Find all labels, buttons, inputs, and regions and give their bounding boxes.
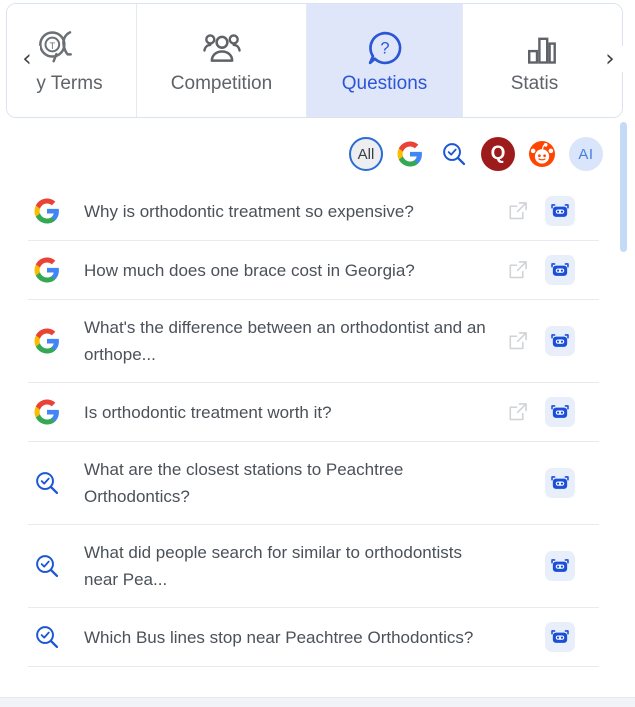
- external-link-icon[interactable]: [507, 401, 529, 423]
- filter-chip-ai[interactable]: AI: [569, 137, 603, 171]
- questions-list-viewport: Why is orthodontic treatment so expensiv…: [0, 182, 635, 672]
- question-row[interactable]: [28, 667, 599, 672]
- tab-questions[interactable]: ? Questions: [307, 4, 463, 117]
- question-text: Why is orthodontic treatment so expensiv…: [84, 201, 414, 221]
- vertical-scrollbar-thumb[interactable]: [620, 122, 627, 252]
- question-row-actions: [545, 622, 575, 652]
- people-group-icon: [202, 21, 241, 67]
- reddit-icon: [529, 141, 555, 167]
- search-check-icon: [441, 141, 467, 167]
- question-row-actions: [507, 326, 575, 356]
- ai-answer-button[interactable]: [545, 397, 575, 427]
- question-row[interactable]: Is orthodontic treatment worth it?: [28, 383, 599, 442]
- question-text: Is orthodontic treatment worth it?: [84, 402, 332, 422]
- tabs-next-arrow[interactable]: ›: [597, 46, 623, 72]
- ai-answer-button[interactable]: [545, 551, 575, 581]
- questions-panel: Ty Terms Competition? Questions Statis ‹ › …: [0, 0, 635, 707]
- filter-chip-quora[interactable]: Q: [481, 137, 515, 171]
- tab-competition[interactable]: Competition: [137, 4, 307, 117]
- questions-list: Why is orthodontic treatment so expensiv…: [0, 182, 635, 672]
- tab-strip: Ty Terms Competition? Questions Statis: [6, 3, 623, 118]
- question-row[interactable]: What's the difference between an orthodo…: [28, 300, 599, 383]
- question-text: How much does one brace cost in Georgia?: [84, 260, 415, 280]
- filter-chip-google[interactable]: [393, 137, 427, 171]
- external-link-icon[interactable]: [507, 330, 529, 352]
- ai-chip-label: AI: [578, 145, 594, 163]
- question-row[interactable]: What did people search for similar to or…: [28, 525, 599, 608]
- google-g-icon: [397, 141, 423, 167]
- source-filter-row: All Q AI: [349, 137, 603, 171]
- external-link-icon[interactable]: [507, 200, 529, 222]
- svg-text:?: ?: [380, 39, 389, 57]
- ai-answer-button[interactable]: [545, 255, 575, 285]
- question-text: What are the closest stations to Peachtr…: [84, 460, 404, 506]
- question-text: What's the difference between an orthodo…: [84, 318, 486, 364]
- question-row[interactable]: What are the closest stations to Peachtr…: [28, 442, 599, 525]
- external-link-icon[interactable]: [507, 259, 529, 281]
- tab-label: Statis: [510, 72, 559, 94]
- tabs-prev-arrow[interactable]: ‹: [14, 46, 40, 72]
- tab-label: Questions: [341, 72, 428, 94]
- question-row-actions: [545, 551, 575, 581]
- google-g-icon: [28, 198, 84, 224]
- quora-letter: Q: [490, 143, 506, 164]
- question-row[interactable]: Which Bus lines stop near Peachtree Orth…: [28, 608, 599, 667]
- svg-text:T: T: [49, 41, 55, 51]
- question-row[interactable]: Why is orthodontic treatment so expensiv…: [28, 182, 599, 241]
- question-row-actions: [507, 255, 575, 285]
- google-g-icon: [28, 399, 84, 425]
- filter-chip-label: All: [357, 145, 375, 163]
- ai-answer-button[interactable]: [545, 196, 575, 226]
- question-row-actions: [545, 468, 575, 498]
- google-g-icon: [28, 257, 84, 283]
- ai-answer-button[interactable]: [545, 326, 575, 356]
- filter-chip-all[interactable]: All: [349, 137, 383, 171]
- question-row-actions: [507, 397, 575, 427]
- filter-chip-reddit[interactable]: [525, 137, 559, 171]
- vertical-scrollbar-track[interactable]: [620, 118, 627, 666]
- search-check-icon: [28, 470, 84, 496]
- bar-chart-icon: [525, 21, 561, 67]
- ai-answer-button[interactable]: [545, 468, 575, 498]
- question-text: What did people search for similar to or…: [84, 543, 462, 589]
- google-g-icon: [28, 328, 84, 354]
- tab-list: Ty Terms Competition? Questions Statis: [7, 4, 622, 117]
- filter-chip-people-also-ask[interactable]: [437, 137, 471, 171]
- search-check-icon: [28, 553, 84, 579]
- question-row[interactable]: How much does one brace cost in Georgia?: [28, 241, 599, 300]
- tab-label: Competition: [170, 72, 273, 94]
- question-row-actions: [507, 196, 575, 226]
- question-text: Which Bus lines stop near Peachtree Orth…: [84, 627, 474, 647]
- question-bubble-icon: ?: [366, 21, 404, 67]
- page-bottom-edge: [0, 697, 635, 707]
- search-check-icon: [28, 624, 84, 650]
- tab-label: y Terms: [36, 72, 103, 94]
- ai-answer-button[interactable]: [545, 622, 575, 652]
